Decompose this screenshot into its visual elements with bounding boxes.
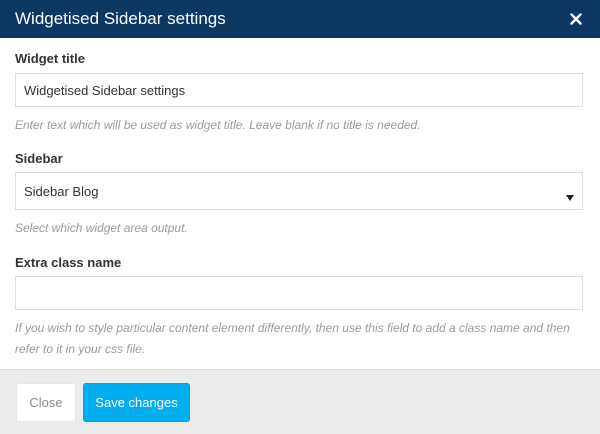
- settings-dialog: Widgetised Sidebar settings Widget title…: [0, 0, 600, 434]
- caret-down-icon: [566, 188, 574, 201]
- close-button[interactable]: Close: [16, 383, 76, 422]
- widget-title-help: Enter text which will be used as widget …: [15, 118, 421, 132]
- widget-title-label: Widget title: [15, 51, 85, 66]
- sidebar-select[interactable]: Sidebar Blog: [15, 172, 583, 210]
- dialog-footer: Close Save changes: [0, 369, 600, 434]
- extra-class-input[interactable]: [15, 276, 583, 310]
- widget-title-input[interactable]: [15, 73, 583, 107]
- sidebar-select-value: Sidebar Blog: [24, 184, 99, 199]
- extra-class-label: Extra class name: [15, 255, 122, 270]
- dialog-body: Widget title Enter text which will be us…: [0, 38, 600, 369]
- dialog-title: Widgetised Sidebar settings: [15, 9, 226, 28]
- extra-class-help: If you wish to style particular content …: [15, 321, 570, 356]
- close-icon[interactable]: [570, 9, 586, 29]
- dialog-header: Widgetised Sidebar settings: [0, 0, 600, 38]
- sidebar-help: Select which widget area output.: [15, 221, 188, 235]
- sidebar-label: Sidebar: [15, 151, 63, 166]
- save-changes-button[interactable]: Save changes: [83, 383, 190, 422]
